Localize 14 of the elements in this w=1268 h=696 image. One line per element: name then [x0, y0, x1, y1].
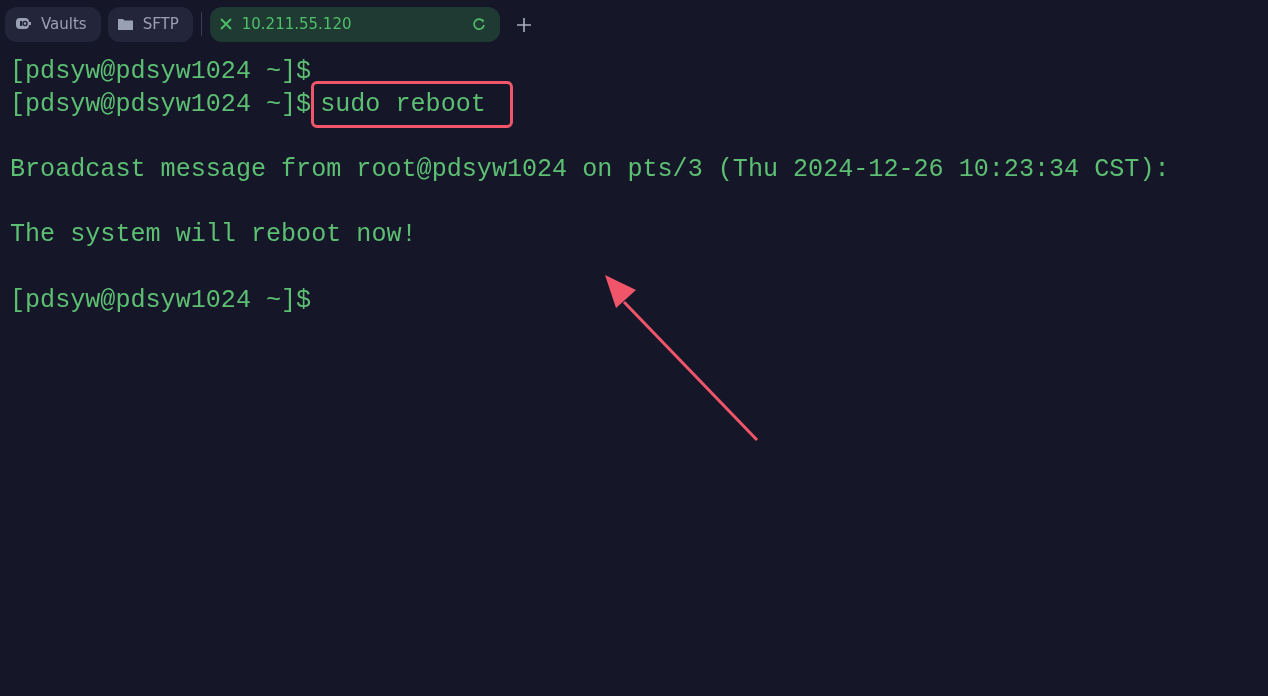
- plus-icon[interactable]: [516, 18, 531, 32]
- command-text: sudo reboot: [314, 83, 510, 125]
- tab[interactable]: Vaults: [5, 6, 101, 42]
- tab[interactable]: 10.211.55.120: [209, 6, 500, 42]
- output-text: Broadcast message from root@pdsyw1024 on pts/3 (Thu 2024-12-26 10:23:34 CST):: [10, 155, 1170, 185]
- prompt-text: [pdsyw@pdsyw1024 ~]$: [10, 285, 312, 315]
- prompt-text: [pdsyw@pdsyw1024 ~]$: [10, 89, 312, 119]
- prompt-text: [pdsyw@pdsyw1024 ~]$: [10, 57, 312, 86]
- folder-icon: [117, 18, 133, 30]
- close-icon[interactable]: [219, 18, 232, 30]
- output-text: The system will reboot now!: [10, 220, 417, 250]
- refresh-icon[interactable]: [471, 17, 486, 31]
- tab[interactable]: SFTP: [107, 6, 193, 42]
- vault-icon: [15, 17, 31, 31]
